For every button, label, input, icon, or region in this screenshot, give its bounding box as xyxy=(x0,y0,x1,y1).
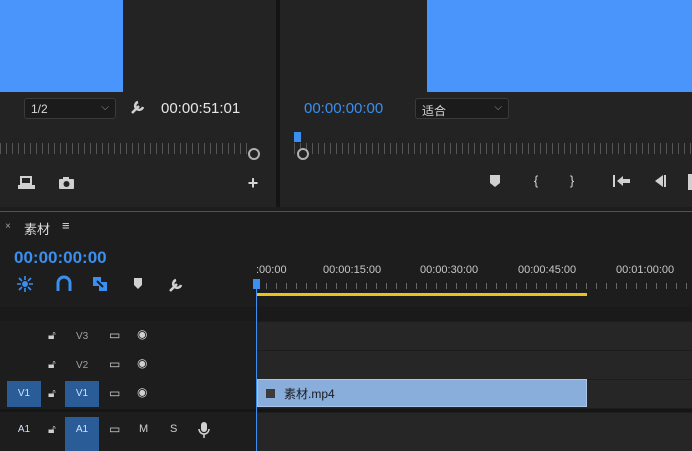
marker-icon[interactable] xyxy=(488,174,502,190)
track-target-v1[interactable]: V1 xyxy=(65,381,99,407)
timeline-timecode[interactable]: 00:00:00:00 xyxy=(14,248,107,268)
av-divider xyxy=(0,409,692,412)
track-header-v3: 🔓︎ V3 ▭ ◉ xyxy=(0,322,254,350)
track-lane-v2[interactable] xyxy=(256,351,692,379)
play-partial-icon[interactable] xyxy=(688,174,692,190)
timeline-playhead-line[interactable] xyxy=(256,287,257,451)
add-marker-icon[interactable] xyxy=(132,277,144,291)
go-to-in-icon[interactable] xyxy=(612,174,632,190)
program-timecode[interactable]: 00:00:00:00 xyxy=(304,100,383,117)
sync-lock-icon[interactable]: ▭ xyxy=(109,386,120,400)
source-scrubber[interactable] xyxy=(0,143,250,154)
playhead-marker[interactable] xyxy=(294,132,301,142)
timeline-settings-wrench-icon[interactable] xyxy=(167,276,185,294)
work-area-bar[interactable] xyxy=(257,293,587,296)
mark-in-icon[interactable]: { xyxy=(530,173,542,188)
track-label: V3 xyxy=(76,331,89,342)
ruler-label-60s: 00:01:00:00 xyxy=(616,264,675,276)
sync-lock-icon[interactable]: ▭ xyxy=(109,328,120,342)
step-back-icon[interactable] xyxy=(652,174,668,190)
program-video-frame xyxy=(427,0,692,92)
snap-icon[interactable] xyxy=(55,275,73,293)
video-clip[interactable]: 素材.mp4 xyxy=(257,379,587,407)
sync-lock-icon[interactable]: ▭ xyxy=(109,357,120,371)
program-monitor: 00:00:00:00 适合 ⌵ { } xyxy=(280,0,692,207)
export-frame-icon[interactable] xyxy=(17,175,37,191)
lock-icon[interactable]: 🔓︎ xyxy=(48,386,56,401)
track-header-v1: V1 🔓︎ V1 ▭ ◉ xyxy=(0,380,254,408)
panel-separator xyxy=(0,307,692,321)
sequence-tab[interactable]: 素材 xyxy=(24,219,50,238)
lock-icon[interactable]: 🔓︎ xyxy=(48,357,56,372)
ruler-label-45s: 00:00:45:00 xyxy=(518,264,577,276)
program-fit-value: 适合 xyxy=(422,104,447,118)
panel-menu-icon[interactable]: ≡ xyxy=(62,218,70,233)
close-icon[interactable]: × xyxy=(5,221,11,232)
track-header-v2: 🔓︎ V2 ▭ ◉ xyxy=(0,351,254,379)
lock-icon[interactable]: 🔓︎ xyxy=(48,328,56,343)
track-target-a1[interactable]: A1 xyxy=(65,417,99,451)
track-label: V2 xyxy=(76,360,89,371)
source-resolution-value: 1/2 xyxy=(31,102,48,116)
microphone-icon[interactable] xyxy=(198,421,210,439)
wrench-icon[interactable] xyxy=(129,98,147,116)
fx-badge-icon xyxy=(266,389,275,398)
solo-button[interactable]: S xyxy=(170,423,177,435)
track-lane-v3[interactable] xyxy=(256,322,692,350)
camera-icon[interactable] xyxy=(57,175,77,191)
ruler-ticks[interactable] xyxy=(256,283,692,289)
nest-icon[interactable] xyxy=(16,275,34,293)
add-button-icon[interactable]: + xyxy=(244,174,262,192)
eye-icon[interactable]: ◉ xyxy=(137,356,147,370)
source-timecode[interactable]: 00:00:51:01 xyxy=(161,100,240,117)
source-patch-a1[interactable]: A1 xyxy=(7,417,41,443)
linked-selection-icon[interactable] xyxy=(91,275,109,293)
program-scrubber[interactable] xyxy=(294,143,692,154)
source-resolution-select[interactable]: 1/2 ⌵ xyxy=(24,98,116,119)
track-header-a1: A1 🔓︎ A1 ▭ M S xyxy=(0,413,254,451)
source-video-frame xyxy=(0,0,123,92)
eye-icon[interactable]: ◉ xyxy=(137,327,147,341)
chevron-down-icon: ⌵ xyxy=(101,102,109,113)
ruler-label-0: :00:00 xyxy=(256,264,287,276)
program-scrubber-start-handle[interactable] xyxy=(297,148,309,160)
ruler-label-15s: 00:00:15:00 xyxy=(323,264,382,276)
clip-name: 素材.mp4 xyxy=(284,387,335,401)
lock-icon[interactable]: 🔓︎ xyxy=(48,422,56,437)
program-fit-select[interactable]: 适合 ⌵ xyxy=(415,98,509,119)
mute-button[interactable]: M xyxy=(139,423,148,435)
ruler-label-30s: 00:00:30:00 xyxy=(420,264,479,276)
mark-out-icon[interactable]: } xyxy=(566,173,578,188)
track-lane-a1[interactable] xyxy=(256,413,692,451)
sync-lock-icon[interactable]: ▭ xyxy=(109,422,120,436)
chevron-down-icon: ⌵ xyxy=(494,102,502,113)
source-scrubber-end-handle[interactable] xyxy=(248,148,260,160)
panel-top-border xyxy=(0,211,692,212)
timeline-panel: × 素材 ≡ 00:00:00:00 :00:00 00:00:15:00 00… xyxy=(0,207,692,451)
eye-icon[interactable]: ◉ xyxy=(137,385,147,399)
source-patch-v1[interactable]: V1 xyxy=(7,381,41,407)
source-monitor: 1/2 ⌵ 00:00:51:01 + xyxy=(0,0,276,207)
